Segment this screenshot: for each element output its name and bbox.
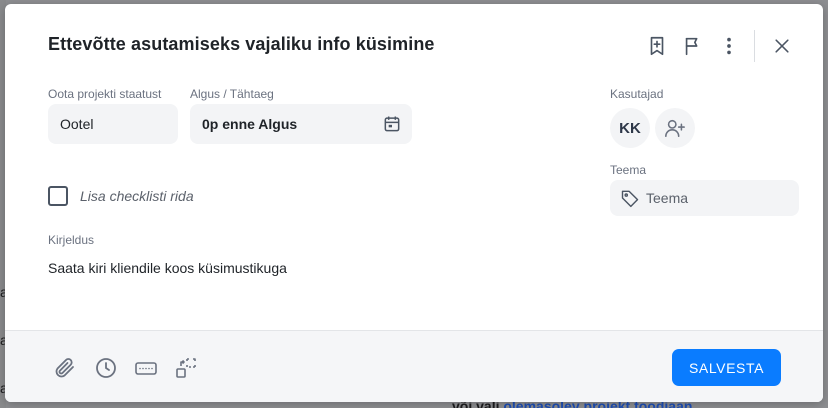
checklist-checkbox[interactable] xyxy=(48,186,68,206)
checklist-add-row[interactable]: Lisa checklisti rida xyxy=(48,186,194,206)
convert-icon[interactable] xyxy=(173,355,199,381)
tag-icon xyxy=(620,188,640,208)
calendar-icon xyxy=(382,114,402,134)
user-plus-icon xyxy=(664,117,686,139)
users-label: Kasutajad xyxy=(610,87,664,101)
paperclip-icon[interactable] xyxy=(52,355,78,381)
close-icon[interactable] xyxy=(770,34,794,58)
modal-footer: SALVESTA xyxy=(5,330,823,402)
topic-label: Teema xyxy=(610,163,647,177)
topic-input[interactable]: Teema xyxy=(610,180,799,216)
date-label: Algus / Tähtaeg xyxy=(190,87,274,101)
checklist-placeholder: Lisa checklisti rida xyxy=(80,188,194,204)
keyboard-icon[interactable] xyxy=(133,355,159,381)
bookmark-plus-icon[interactable] xyxy=(645,34,669,58)
header-divider xyxy=(754,30,755,62)
date-picker[interactable]: 0p enne Algus xyxy=(190,104,412,144)
status-value: Ootel xyxy=(60,116,94,132)
more-vertical-icon[interactable] xyxy=(717,34,741,58)
modal-title: Ettevõtte asutamiseks vajaliku info küsi… xyxy=(48,34,435,54)
date-value: 0p enne Algus xyxy=(202,116,298,132)
status-label: Oota projekti staatust xyxy=(48,87,162,101)
avatar[interactable]: KK xyxy=(610,108,650,148)
flag-icon[interactable] xyxy=(681,34,705,58)
status-select[interactable]: Ootel xyxy=(48,104,178,144)
task-modal: Ettevõtte asutamiseks vajaliku info küsi… xyxy=(5,4,823,402)
add-user-button[interactable] xyxy=(655,108,695,148)
save-button[interactable]: SALVESTA xyxy=(672,349,781,386)
clock-icon[interactable] xyxy=(93,355,119,381)
description-text[interactable]: Saata kiri kliendile koos küsimustikuga xyxy=(48,260,287,276)
topic-placeholder: Teema xyxy=(646,190,689,206)
description-label: Kirjeldus xyxy=(48,233,95,247)
